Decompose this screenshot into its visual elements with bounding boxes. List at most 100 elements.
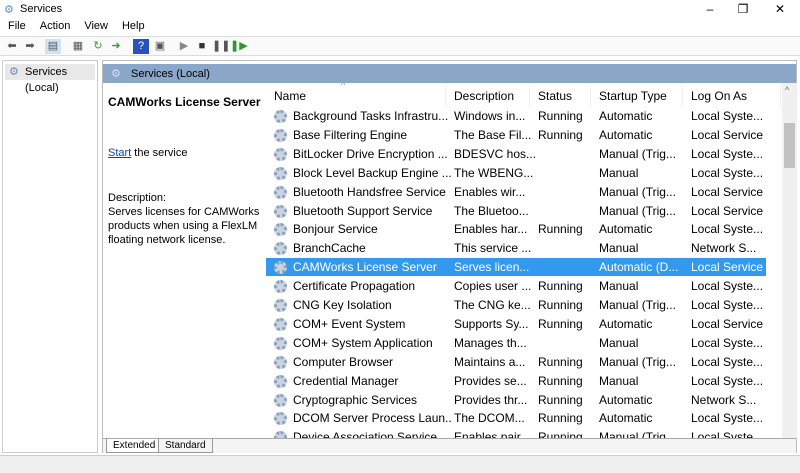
restart-service-icon[interactable]: ❚▶	[230, 39, 248, 54]
cell-startup-type: Automatic	[599, 316, 653, 331]
services-app-icon: ⚙	[4, 4, 14, 16]
cell-name: Certificate Propagation	[293, 279, 416, 294]
menu-view[interactable]: View	[84, 18, 108, 35]
cell-startup-type: Manual (Trig...	[599, 430, 676, 438]
scrollbar-thumb[interactable]	[784, 123, 795, 168]
service-row[interactable]: Background Tasks Infrastru... Windows in.…	[266, 107, 766, 125]
menu-file[interactable]: File	[8, 18, 26, 35]
cell-log-on-as: Local Syste...	[691, 373, 764, 388]
cell-name: CAMWorks License Server	[293, 260, 437, 275]
show-hide-console-tree-icon[interactable]: ▤	[45, 39, 61, 54]
cell-name: Bluetooth Support Service	[293, 203, 433, 218]
cell-name: COM+ Event System	[293, 316, 406, 331]
toolbar: ⬅ ➡ ▤ ▦ ↻ ➜ ? ▣ ▶ ■ ❚❚ ❚▶	[0, 36, 800, 56]
cell-log-on-as: Network S...	[691, 241, 757, 256]
cell-log-on-as: Local Syste...	[691, 165, 764, 180]
service-row[interactable]: Device Association Service Enables pair..…	[266, 428, 766, 438]
column-header-startup-type[interactable]: Startup Type	[591, 86, 683, 106]
maximize-button[interactable]: ❐	[728, 0, 758, 18]
cell-status: Running	[538, 392, 583, 407]
cell-name: Background Tasks Infrastru...	[293, 109, 449, 123]
start-service-icon[interactable]: ▶	[176, 39, 192, 54]
cell-startup-type: Manual (Trig...	[599, 203, 676, 218]
service-gear-icon	[274, 128, 287, 142]
service-gear-icon	[274, 393, 287, 407]
description-pane: CAMWorks License Server Start the servic…	[103, 83, 266, 438]
tab-standard[interactable]: Standard	[158, 439, 213, 453]
cell-log-on-as: Local Syste...	[691, 335, 764, 350]
window-title: Services	[20, 3, 63, 15]
service-row[interactable]: Computer Browser Maintains a... Running Man…	[266, 353, 766, 371]
menu-help[interactable]: Help	[122, 18, 145, 35]
tree-item-label: Services (Local)	[25, 66, 68, 94]
cell-startup-type: Automatic	[599, 222, 653, 237]
cell-log-on-as: Local Syste...	[691, 222, 764, 237]
column-header-name[interactable]: Name	[266, 86, 446, 106]
service-row[interactable]: Bluetooth Handsfree Service Enables wir..…	[266, 183, 766, 201]
scroll-up-icon[interactable]: ^	[785, 85, 789, 95]
cell-startup-type: Manual	[599, 335, 639, 350]
service-row[interactable]: Certificate Propagation Copies user ... Ru…	[266, 277, 766, 295]
services-icon: ⚙	[111, 68, 121, 80]
service-row[interactable]: Block Level Backup Engine ... The WBENG..…	[266, 164, 766, 182]
start-service-link[interactable]: Start	[108, 147, 131, 159]
service-row[interactable]: Credential Manager Provides se... Running M…	[266, 372, 766, 390]
minimize-button[interactable]: –	[695, 0, 725, 18]
column-header-status[interactable]: Status	[530, 86, 591, 106]
cell-description: Enables har...	[454, 222, 528, 237]
cell-name: CNG Key Isolation	[293, 298, 392, 312]
cell-name: Bluetooth Handsfree Service	[293, 184, 446, 199]
cell-name: Block Level Backup Engine ...	[293, 165, 451, 180]
panel-title: Services (Local)	[131, 68, 210, 80]
service-row[interactable]: BitLocker Drive Encryption ... BDESVC hos…	[266, 145, 766, 163]
service-row[interactable]: COM+ Event System Supports Sy... Running Au…	[266, 315, 766, 333]
cell-description: Enables wir...	[454, 184, 526, 199]
cell-startup-type: Manual	[599, 165, 639, 180]
service-row[interactable]: COM+ System Application Manages th... Manu…	[266, 334, 766, 352]
vertical-scrollbar[interactable]: ^	[782, 83, 797, 438]
cell-status: Running	[538, 316, 583, 331]
column-header-description[interactable]: Description	[446, 86, 530, 106]
close-button[interactable]: ✕	[765, 0, 795, 18]
stop-service-icon[interactable]: ■	[194, 39, 210, 54]
help-icon[interactable]: ?	[133, 39, 149, 54]
cell-log-on-as: Local Syste...	[691, 109, 764, 123]
cell-description: Supports Sy...	[454, 316, 529, 331]
service-row[interactable]: Bluetooth Support Service The Bluetoo... M…	[266, 202, 766, 220]
menu-action[interactable]: Action	[40, 18, 71, 35]
cell-name: Credential Manager	[293, 373, 399, 388]
service-row[interactable]: Base Filtering Engine The Base Fil... Runn…	[266, 126, 766, 144]
service-row[interactable]: Cryptographic Services Provides thr... Run…	[266, 391, 766, 409]
service-gear-icon	[274, 110, 287, 123]
pause-service-icon[interactable]: ❚❚	[212, 39, 230, 54]
export-list-icon[interactable]: ➜	[108, 39, 124, 54]
forward-icon[interactable]: ➡	[22, 39, 38, 54]
action-pane-icon[interactable]: ▣	[152, 39, 168, 54]
cell-description: The DCOM...	[454, 411, 525, 426]
service-gear-icon	[274, 147, 287, 161]
cell-startup-type: Automatic	[599, 411, 653, 426]
cell-log-on-as: Local Service	[691, 203, 764, 218]
service-gear-icon	[274, 204, 287, 218]
back-icon[interactable]: ⬅	[4, 39, 20, 54]
cell-log-on-as: Local Syste...	[691, 411, 764, 426]
cell-startup-type: Manual (Trig...	[599, 146, 676, 161]
tree-item-services-local[interactable]: ⚙ Services (Local)	[5, 64, 95, 94]
refresh-icon[interactable]: ↻	[90, 39, 106, 54]
cell-description: Maintains a...	[454, 354, 526, 369]
cell-log-on-as: Local Syste...	[691, 354, 764, 369]
service-gear-icon	[274, 299, 287, 312]
service-gear-icon	[274, 431, 287, 438]
properties-icon[interactable]: ▦	[70, 39, 86, 54]
tab-extended[interactable]: Extended	[106, 439, 163, 453]
cell-log-on-as: Local Service	[691, 316, 764, 331]
column-header-log-on-as[interactable]: Log On As	[683, 86, 781, 106]
service-row[interactable]: CNG Key Isolation The CNG ke... Running Man…	[266, 296, 766, 314]
service-row[interactable]: BranchCache This service ... Manual Network…	[266, 239, 766, 257]
service-row[interactable]: Bonjour Service Enables har... Running Auto…	[266, 220, 766, 238]
service-row[interactable]: CAMWorks License Server Serves licen... Au…	[266, 258, 766, 277]
cell-description: Enables pair...	[454, 430, 531, 438]
cell-log-on-as: Local Syste...	[691, 430, 764, 438]
service-row[interactable]: DCOM Server Process Laun... The DCOM... Ru…	[266, 409, 766, 427]
cell-description: Manages th...	[454, 335, 527, 350]
